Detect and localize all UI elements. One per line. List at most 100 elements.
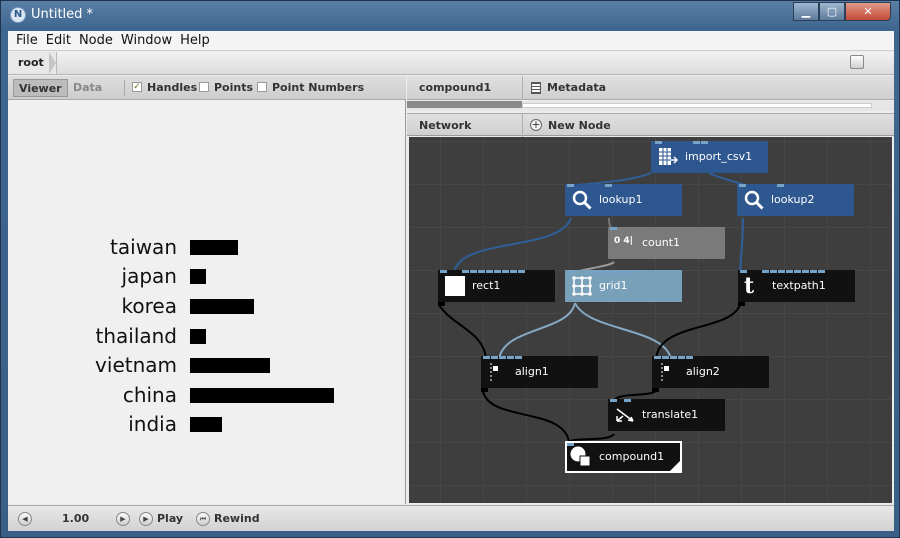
- metadata-button[interactable]: Metadata: [547, 81, 606, 94]
- app-window: N Untitled * ▁ ▢ ✕ File Edit Node Window…: [0, 0, 900, 538]
- menu-file[interactable]: File: [12, 33, 42, 48]
- node-count1[interactable]: 0 4| count1: [608, 227, 725, 259]
- rewind-icon[interactable]: ⏮: [196, 512, 210, 526]
- metadata-icon[interactable]: [531, 82, 541, 94]
- counter-icon: 0 4|: [614, 236, 633, 246]
- point-numbers-checkbox[interactable]: [257, 82, 267, 92]
- node-ports: [481, 356, 598, 359]
- path-options-button[interactable]: [850, 55, 864, 69]
- node-label: lookup2: [771, 193, 815, 206]
- network-header: Network + New Node: [407, 113, 894, 137]
- handles-checkbox[interactable]: ✓: [132, 82, 142, 92]
- frame-value[interactable]: 1.00: [62, 512, 89, 525]
- tab-viewer[interactable]: Viewer: [13, 79, 68, 97]
- node-translate1[interactable]: translate1: [608, 399, 725, 431]
- node-ports: [565, 270, 682, 273]
- node-rect1[interactable]: rect1: [438, 270, 555, 306]
- bar-label-india: india: [128, 412, 177, 436]
- bar-label-taiwan: taiwan: [110, 235, 177, 259]
- node-align2[interactable]: align2: [652, 356, 769, 392]
- node-output-port[interactable]: [438, 302, 445, 306]
- plus-icon[interactable]: +: [530, 119, 542, 131]
- point-numbers-label: Point Numbers: [272, 81, 365, 94]
- node-ports: [651, 141, 768, 144]
- align-icon: [661, 363, 669, 383]
- node-label: align1: [515, 365, 549, 378]
- node-textpath1[interactable]: t textpath1: [738, 270, 855, 306]
- toolbar-divider: [124, 80, 125, 96]
- align-icon: [490, 363, 498, 383]
- node-compound1[interactable]: compound1: [565, 441, 682, 473]
- viewer-canvas[interactable]: taiwan japan korea thailand vietnam chin…: [8, 101, 405, 504]
- header-divider: [522, 114, 523, 137]
- parameters-header: compound1 Metadata: [407, 76, 894, 100]
- menu-edit[interactable]: Edit: [42, 33, 75, 48]
- wire-lookup1-rect1: [453, 217, 572, 274]
- node-label: count1: [642, 236, 681, 249]
- title-bar[interactable]: N Untitled * ▁ ▢ ✕: [1, 1, 899, 29]
- node-ports: [438, 270, 555, 273]
- app-icon: N: [10, 7, 26, 23]
- node-label: align2: [686, 365, 720, 378]
- parameters-splitter[interactable]: [407, 101, 522, 108]
- points-label: Points: [214, 81, 254, 94]
- parameters-panel: [407, 101, 894, 111]
- rewind-button[interactable]: Rewind: [214, 512, 260, 525]
- network-canvas[interactable]: import_csv1 lookup1 lookup2 0 4| count1 …: [409, 137, 892, 503]
- node-ports: [608, 227, 725, 230]
- bar-taiwan: [190, 240, 238, 255]
- client-area: File Edit Node Window Help root Viewer D…: [8, 31, 894, 531]
- breadcrumb-arrow-icon: [49, 52, 56, 74]
- parameters-field[interactable]: [522, 103, 872, 108]
- node-align1[interactable]: align1: [481, 356, 598, 392]
- compound-shape-icon: [570, 446, 591, 467]
- node-ports: [608, 399, 725, 402]
- grid-icon: [572, 276, 592, 296]
- bar-china: [190, 388, 334, 403]
- node-ports: [565, 184, 682, 187]
- menu-node[interactable]: Node: [75, 33, 117, 48]
- close-button[interactable]: ✕: [845, 2, 891, 21]
- node-label: translate1: [642, 408, 699, 421]
- bar-label-thailand: thailand: [95, 324, 177, 348]
- rendered-flag-icon: [670, 461, 680, 471]
- new-node-button[interactable]: New Node: [548, 119, 611, 132]
- tab-data[interactable]: Data: [68, 79, 107, 97]
- bar-thailand: [190, 329, 206, 344]
- node-grid1[interactable]: grid1: [565, 270, 682, 302]
- points-checkbox[interactable]: [199, 82, 209, 92]
- maximize-button[interactable]: ▢: [819, 2, 845, 21]
- node-ports: [737, 184, 854, 187]
- path-bar: root: [8, 52, 894, 75]
- menu-window[interactable]: Window: [117, 33, 176, 48]
- node-output-port[interactable]: [481, 388, 488, 392]
- frame-decrement-button[interactable]: ◀: [18, 512, 32, 526]
- frame-increment-button[interactable]: ▶: [116, 512, 130, 526]
- right-pane: compound1 Metadata Network + New Node im…: [407, 76, 894, 504]
- play-icon[interactable]: ▶: [139, 512, 153, 526]
- header-divider: [522, 76, 523, 100]
- minimize-button[interactable]: ▁: [793, 2, 819, 21]
- node-ports: [738, 270, 855, 273]
- wire-lookup2-textpath1: [739, 217, 744, 274]
- translate-arrows-icon: [616, 408, 634, 422]
- node-lookup1[interactable]: lookup1: [565, 184, 682, 216]
- parameters-title: compound1: [419, 81, 492, 94]
- node-output-port[interactable]: [738, 302, 745, 306]
- viewer-toolbar: Viewer Data ✓ Handles Points Point Numbe…: [8, 76, 406, 100]
- viewer-pane: Viewer Data ✓ Handles Points Point Numbe…: [8, 76, 406, 504]
- wire-rect1-align1: [438, 304, 487, 360]
- play-button[interactable]: Play: [157, 512, 183, 525]
- handles-label: Handles: [147, 81, 198, 94]
- bar-label-vietnam: vietnam: [95, 353, 177, 377]
- node-label: lookup1: [599, 193, 643, 206]
- text-icon: t: [744, 273, 755, 299]
- node-lookup2[interactable]: lookup2: [737, 184, 854, 216]
- menu-help[interactable]: Help: [176, 33, 214, 48]
- node-label: rect1: [472, 279, 501, 292]
- node-label: import_csv1: [685, 150, 753, 163]
- magnifier-icon: [744, 190, 764, 210]
- node-import-csv1[interactable]: import_csv1: [651, 141, 768, 173]
- wire-grid1-align1: [498, 302, 576, 360]
- node-output-port[interactable]: [652, 388, 659, 392]
